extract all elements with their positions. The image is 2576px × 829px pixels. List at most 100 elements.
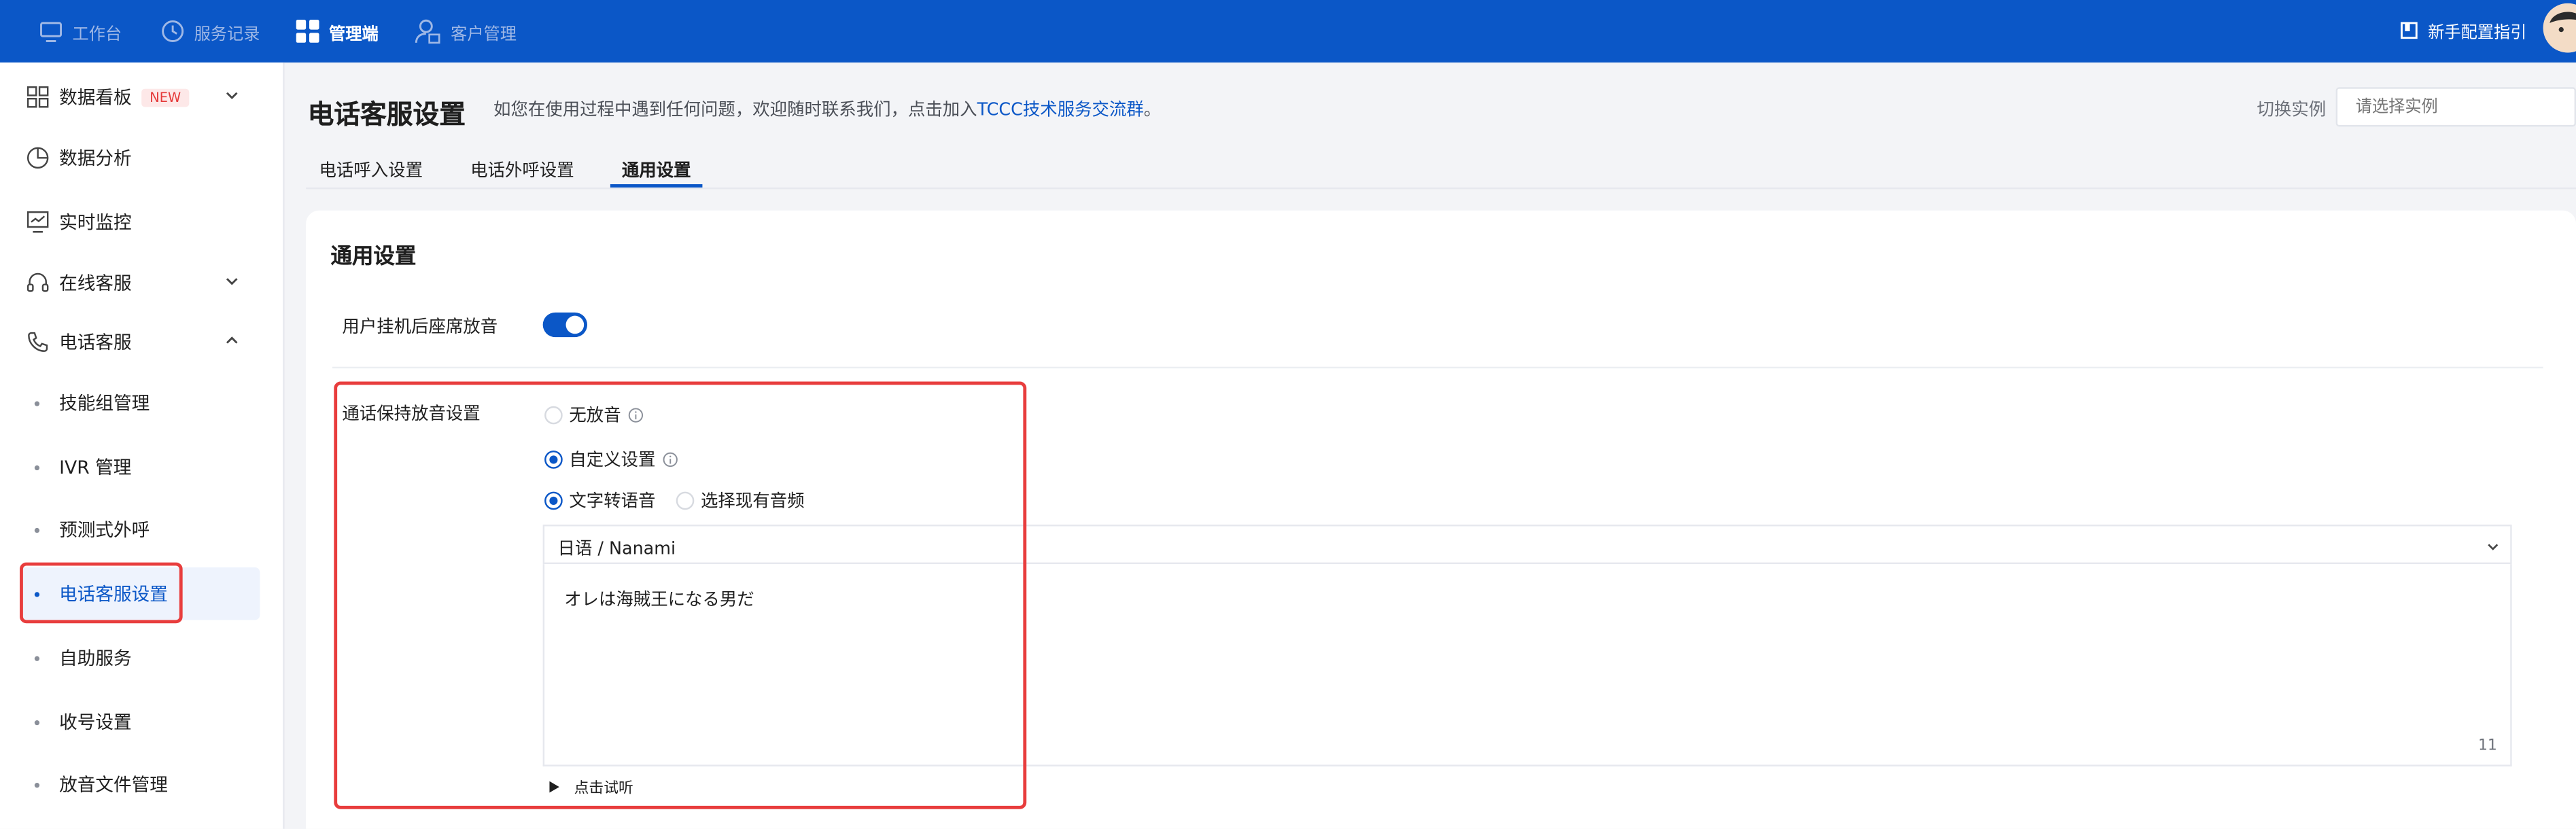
sidebar-subitem-ivr[interactable]: IVR 管理 [20, 441, 260, 493]
section-title: 通用设置 [330, 245, 417, 270]
sidebar-item-label: 实时监控 [59, 212, 132, 234]
info-icon[interactable] [627, 408, 642, 423]
nav-item-customers[interactable]: 客户管理 [415, 0, 517, 63]
page-title: 电话客服设置 [307, 99, 466, 130]
headset-icon [27, 271, 50, 294]
page-description: 如您在使用过程中遇到任何问题，欢迎随时联系我们，点击加入TCCC技术服务交流群。 [493, 97, 1161, 122]
radio-label: 无放音 [569, 406, 621, 426]
sidebar-subitem-number-collection[interactable]: 收号设置 [20, 696, 260, 748]
tts-text: オレは海賊王になる男だ [564, 590, 754, 610]
bullet-dot [34, 591, 40, 597]
sidebar-subitem-label: 放音文件管理 [59, 774, 168, 796]
tab-outbound-settings[interactable]: 电话外呼设置 [470, 158, 574, 182]
pie-chart-icon [27, 146, 50, 169]
tab-inbound-settings[interactable]: 电话呼入设置 [319, 158, 423, 182]
tab-bar: 电话呼入设置 电话外呼设置 通用设置 [306, 152, 2576, 190]
sidebar-subitem-label: 电话客服设置 [59, 584, 168, 605]
setup-guide-button[interactable]: 新手配置指引 [2400, 0, 2526, 59]
community-link[interactable]: TCCC技术服务交流群 [977, 101, 1144, 120]
phone-icon [27, 330, 50, 353]
sidebar-item-analytics[interactable]: 数据分析 [27, 138, 260, 177]
nav-item-workbench[interactable]: 工作台 [39, 0, 122, 63]
sidebar-item-label: 数据分析 [59, 147, 132, 170]
char-count: 11 [2478, 738, 2497, 755]
hold-music-label: 通话保持放音设置 [342, 404, 481, 425]
tab-general-settings[interactable]: 通用设置 [622, 158, 691, 182]
radio-label: 文字转语音 [569, 491, 656, 512]
sidebar-item-label: 数据看板 [59, 87, 132, 109]
switch-instance-label: 切换实例 [2257, 100, 2327, 120]
sidebar-subitem-self-service[interactable]: 自助服务 [20, 631, 260, 684]
settings-card: 通用设置 用户挂机后座席放音 通话保持放音设置 无放音 自定义设置 文字转语音 [306, 210, 2576, 829]
setup-guide-label: 新手配置指引 [2428, 24, 2527, 42]
chevron-down-icon [226, 92, 238, 100]
radio-circle [544, 406, 563, 425]
chevron-up-icon [226, 336, 238, 344]
monitor-icon [40, 21, 62, 41]
description-end: 。 [1143, 100, 1162, 120]
play-triangle-icon [549, 781, 559, 793]
bullet-dot [34, 527, 40, 532]
sidebar-subitem-label: 收号设置 [59, 711, 132, 734]
sidebar-subitem-label: 预测式外呼 [59, 519, 150, 542]
radio-label: 选择现有音频 [701, 491, 805, 512]
bullet-dot [34, 781, 40, 788]
sidebar-item-online-service[interactable]: 在线客服 [27, 263, 260, 302]
chevron-down-icon [2488, 544, 2499, 550]
sidebar-item-label: 电话客服 [59, 332, 132, 354]
monitor-chart-icon [27, 211, 50, 234]
avatar-image [2543, 3, 2576, 53]
preview-label: 点击试听 [574, 781, 633, 798]
bullet-dot [34, 464, 40, 470]
toggle-knob [565, 315, 585, 334]
divider [332, 366, 2543, 369]
nav-item-label: 管理端 [329, 25, 379, 44]
grid-icon [296, 20, 319, 43]
radio-text-to-speech[interactable]: 文字转语音 [544, 489, 655, 513]
bullet-dot [34, 719, 40, 725]
book-icon [2401, 21, 2418, 38]
radio-custom-settings[interactable]: 自定义设置 [544, 447, 677, 472]
radio-circle [544, 491, 563, 510]
tts-text-area[interactable]: オレは海賊王になる男だ 11 [542, 564, 2512, 766]
top-nav-bar: 工作台 服务记录 管理端 客户管理 新手配置指引 [0, 0, 2576, 63]
radio-label: 自定义设置 [569, 451, 656, 471]
sidebar-item-label: 在线客服 [59, 272, 132, 295]
sidebar-item-phone-service[interactable]: 电话客服 [27, 322, 260, 361]
voice-select[interactable]: 日语 / Nanami [542, 525, 2512, 565]
clock-icon [162, 20, 184, 42]
sidebar-item-monitoring[interactable]: 实时监控 [27, 202, 260, 242]
preview-button[interactable]: 点击试听 [549, 776, 633, 798]
radio-circle [676, 491, 695, 510]
sidebar-item-dashboard[interactable]: 数据看板 NEW [27, 77, 260, 117]
chevron-down-icon [226, 278, 238, 285]
description-text: 如您在使用过程中遇到任何问题，欢迎随时联系我们，点击加入 [493, 100, 977, 120]
sidebar-subitem-phone-settings[interactable]: 电话客服设置 [20, 567, 260, 620]
bullet-dot [34, 655, 40, 660]
voice-select-value: 日语 / Nanami [557, 539, 676, 559]
nav-item-admin[interactable]: 管理端 [296, 0, 379, 63]
active-tab-indicator [610, 184, 703, 188]
dashboard-icon [27, 86, 50, 109]
avatar[interactable] [2543, 3, 2576, 53]
radio-existing-audio[interactable]: 选择现有音频 [676, 489, 805, 513]
sidebar-subitem-skill-groups[interactable]: 技能组管理 [20, 376, 260, 429]
sidebar-subitem-label: 技能组管理 [59, 393, 150, 414]
sidebar-subitem-audio-files[interactable]: 放音文件管理 [20, 758, 260, 811]
radio-no-playback[interactable]: 无放音 [544, 403, 642, 427]
sidebar-subitem-label: 自助服务 [59, 648, 132, 670]
radio-circle [544, 451, 563, 469]
hangup-playback-label: 用户挂机后座席放音 [342, 317, 498, 338]
sidebar-subitem-predictive-dialing[interactable]: 预测式外呼 [20, 504, 260, 556]
nav-item-label: 服务记录 [194, 25, 260, 44]
hangup-playback-toggle[interactable] [542, 312, 588, 338]
sidebar-subitem-label: IVR 管理 [59, 457, 132, 479]
new-badge: NEW [141, 88, 190, 107]
user-icon [415, 19, 440, 44]
info-icon[interactable] [662, 452, 677, 468]
instance-select[interactable] [2335, 87, 2576, 127]
bullet-dot [34, 400, 40, 406]
sidebar: 数据看板 NEW 数据分析 实时监控 在线客服 电话客服 技能组管理 IVR 管… [0, 62, 285, 829]
nav-item-label: 客户管理 [451, 25, 517, 44]
nav-item-service-records[interactable]: 服务记录 [161, 0, 260, 63]
